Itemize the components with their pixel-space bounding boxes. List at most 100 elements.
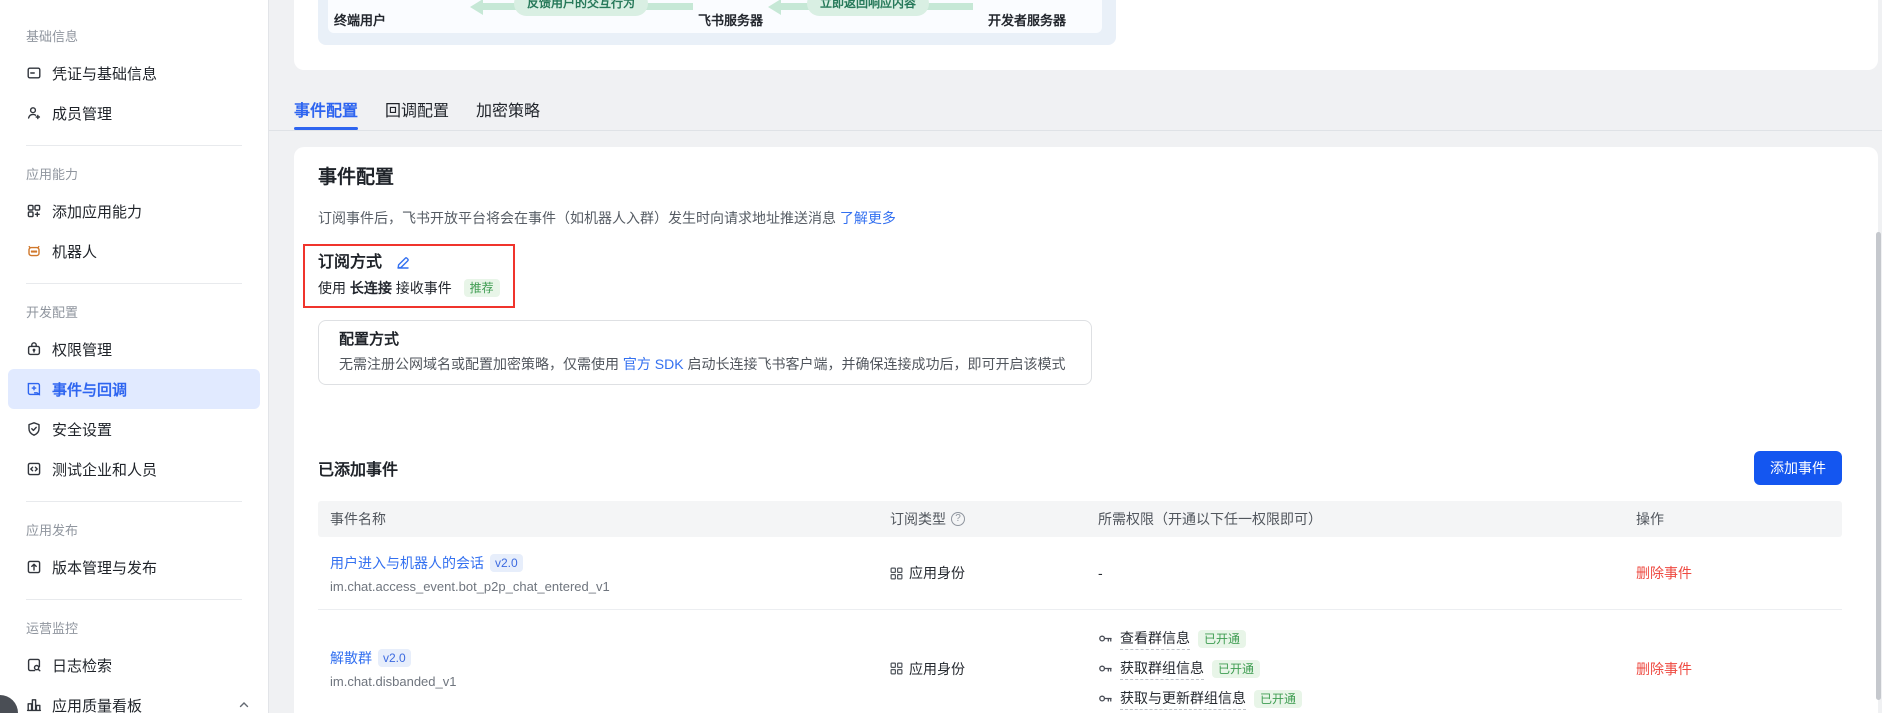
config-method-title: 配置方式 bbox=[339, 331, 400, 348]
sidebar-item-version-release[interactable]: 版本管理与发布 bbox=[8, 547, 260, 587]
tab-event-config[interactable]: 事件配置 bbox=[294, 88, 359, 130]
subscription-type-value: 应用身份 bbox=[909, 660, 965, 677]
permission-name-link[interactable]: 获取群组信息 bbox=[1120, 658, 1204, 680]
page-title: 事件配置 bbox=[318, 167, 395, 188]
tab-callback-config[interactable]: 回调配置 bbox=[385, 88, 449, 130]
sidebar-item-label: 权限管理 bbox=[52, 341, 113, 359]
sidebar-item-label: 机器人 bbox=[52, 243, 98, 261]
event-id: im.chat.access_event.bot_p2p_chat_entere… bbox=[330, 578, 610, 594]
event-config-panel: 事件配置 订阅事件后，飞书开放平台将会在事件（如机器人入群）发生时向请求地址推送… bbox=[294, 147, 1878, 713]
vertical-scrollbar-thumb[interactable] bbox=[1876, 232, 1881, 700]
sidebar-item-bot[interactable]: 机器人 bbox=[8, 231, 260, 271]
sidebar-section-basic-info: 基础信息 bbox=[26, 29, 79, 44]
event-name-cell: 用户进入与机器人的会话 v2.0 im.chat.access_event.bo… bbox=[318, 553, 890, 594]
event-name-link[interactable]: 用户进入与机器人的会话 bbox=[330, 553, 484, 573]
event-flow-diagram: 终端用户 飞书服务器 开发者服务器 反馈用户的交互行为 立即返回响应内容 bbox=[318, 0, 1116, 45]
sidebar-item-members[interactable]: 成员管理 bbox=[8, 93, 260, 133]
permission-name-link[interactable]: 获取与更新群组信息 bbox=[1120, 688, 1246, 710]
sidebar-section-app-release: 应用发布 bbox=[26, 523, 79, 538]
sidebar-item-label: 安全设置 bbox=[52, 421, 113, 439]
tabbar: 事件配置 回调配置 加密策略 bbox=[269, 88, 1882, 131]
key-icon bbox=[1099, 665, 1112, 672]
permission-name-link[interactable]: 查看群信息 bbox=[1120, 628, 1190, 650]
member-add-icon bbox=[26, 105, 42, 121]
enabled-badge: 已开通 bbox=[1254, 689, 1303, 708]
version-badge: v2.0 bbox=[378, 649, 411, 667]
events-table: 事件名称 订阅类型 ? 所需权限（开通以下任一权限即可） 操作 用户进入与机器人… bbox=[318, 501, 1842, 713]
publish-up-icon bbox=[26, 559, 42, 575]
sidebar-item-add-capability[interactable]: 添加应用能力 bbox=[8, 191, 260, 231]
tab-encryption-policy[interactable]: 加密策略 bbox=[476, 88, 540, 130]
chevron-up-icon[interactable] bbox=[238, 699, 250, 711]
col-subscription-type: 订阅类型 ? bbox=[890, 509, 1098, 529]
learn-more-link[interactable]: 了解更多 bbox=[840, 210, 896, 226]
subscription-method-highlight-box: 订阅方式 使用 长连接 接收事件 推荐 bbox=[303, 244, 515, 308]
col-actions: 操作 bbox=[1636, 511, 1664, 527]
recommended-badge: 推荐 bbox=[463, 279, 500, 297]
permission-lock-icon bbox=[26, 341, 42, 357]
code-test-icon bbox=[26, 461, 42, 477]
event-flow-diagram-inner: 终端用户 飞书服务器 开发者服务器 反馈用户的交互行为 立即返回响应内容 bbox=[328, 0, 1102, 33]
enabled-badge: 已开通 bbox=[1198, 629, 1247, 648]
credential-card-icon bbox=[26, 65, 42, 81]
sidebar-divider bbox=[26, 501, 242, 502]
delete-event-link[interactable]: 删除事件 bbox=[1636, 661, 1692, 677]
sidebar-divider bbox=[26, 599, 242, 600]
grid-add-icon bbox=[26, 203, 42, 219]
subscription-type-value: 应用身份 bbox=[909, 565, 965, 581]
delete-event-link[interactable]: 删除事件 bbox=[1636, 565, 1692, 581]
permission-item: 获取与更新群组信息 已开通 bbox=[1098, 688, 1636, 710]
sidebar-item-events-callbacks[interactable]: 事件与回调 bbox=[8, 369, 260, 409]
permissions-cell: - bbox=[1098, 565, 1103, 581]
sidebar-item-test-enterprise[interactable]: 测试企业和人员 bbox=[8, 449, 260, 489]
sidebar-section-app-capability: 应用能力 bbox=[26, 167, 79, 182]
app-identity-icon bbox=[890, 567, 903, 579]
sidebar-divider bbox=[26, 283, 242, 284]
sidebar-item-permissions[interactable]: 权限管理 bbox=[8, 329, 260, 369]
table-row: 解散群 v2.0 im.chat.disbanded_v1 应用身份 查看群信息… bbox=[318, 610, 1842, 713]
diagram-node-feishu-server: 飞书服务器 bbox=[698, 13, 764, 28]
permission-item: 获取群组信息 已开通 bbox=[1098, 658, 1636, 680]
config-method-description: 无需注册公网域名或配置加密策略，仅需使用 官方 SDK 启动长连接飞书客户端，并… bbox=[339, 356, 1066, 372]
diagram-node-end-user: 终端用户 bbox=[334, 13, 387, 28]
help-icon[interactable]: ? bbox=[951, 512, 965, 526]
subscription-type-cell: 应用身份 bbox=[890, 563, 1098, 583]
sidebar-section-dev-config: 开发配置 bbox=[26, 305, 79, 320]
table-row: 用户进入与机器人的会话 v2.0 im.chat.access_event.bo… bbox=[318, 537, 1842, 610]
col-event-name: 事件名称 bbox=[330, 511, 386, 527]
col-required-permissions: 所需权限（开通以下任一权限即可） bbox=[1098, 511, 1322, 527]
sidebar-item-quality-dashboard[interactable]: 应用质量看板 bbox=[8, 685, 260, 713]
app-identity-icon bbox=[890, 662, 903, 675]
sidebar-item-label: 成员管理 bbox=[52, 105, 113, 123]
event-name-link[interactable]: 解散群 bbox=[330, 648, 372, 668]
edit-pencil-icon[interactable] bbox=[396, 256, 410, 270]
added-events-title: 已添加事件 bbox=[318, 462, 399, 479]
add-event-button[interactable]: 添加事件 bbox=[1754, 451, 1842, 485]
sidebar-item-label: 应用质量看板 bbox=[52, 697, 143, 713]
dashboard-chart-icon bbox=[26, 697, 42, 713]
official-sdk-link[interactable]: 官方 SDK bbox=[623, 356, 684, 372]
version-badge: v2.0 bbox=[490, 553, 523, 572]
sidebar-divider bbox=[26, 145, 242, 146]
subscription-method-line: 使用 长连接 接收事件 推荐 bbox=[318, 279, 500, 298]
sidebar-item-label: 添加应用能力 bbox=[52, 203, 143, 221]
sidebar-item-label: 测试企业和人员 bbox=[52, 461, 158, 479]
sidebar-item-log-search[interactable]: 日志检索 bbox=[8, 645, 260, 685]
sidebar-item-label: 日志检索 bbox=[52, 657, 113, 675]
subscription-method-title: 订阅方式 bbox=[318, 254, 383, 271]
page-description: 订阅事件后，飞书开放平台将会在事件（如机器人入群）发生时向请求地址推送消息 了解… bbox=[318, 210, 896, 226]
sidebar-item-label: 凭证与基础信息 bbox=[52, 65, 158, 83]
sidebar-item-security[interactable]: 安全设置 bbox=[8, 409, 260, 449]
overview-card: 终端用户 飞书服务器 开发者服务器 反馈用户的交互行为 立即返回响应内容 bbox=[294, 0, 1878, 70]
sidebar: 基础信息 凭证与基础信息 成员管理 应用能力 添加应用能力 机器人 开发配置 权… bbox=[0, 0, 269, 713]
shield-check-icon bbox=[26, 421, 42, 437]
sidebar-item-label: 版本管理与发布 bbox=[52, 559, 158, 577]
event-callback-icon bbox=[26, 381, 42, 397]
sidebar-item-credentials[interactable]: 凭证与基础信息 bbox=[8, 53, 260, 93]
main-area: 终端用户 飞书服务器 开发者服务器 反馈用户的交互行为 立即返回响应内容 事件配… bbox=[269, 0, 1882, 713]
event-id: im.chat.disbanded_v1 bbox=[330, 674, 457, 689]
actions-cell: 删除事件 bbox=[1636, 563, 1842, 583]
key-icon bbox=[1099, 635, 1112, 642]
key-icon bbox=[1099, 695, 1112, 702]
subscription-method-value: 长连接 bbox=[349, 280, 392, 296]
